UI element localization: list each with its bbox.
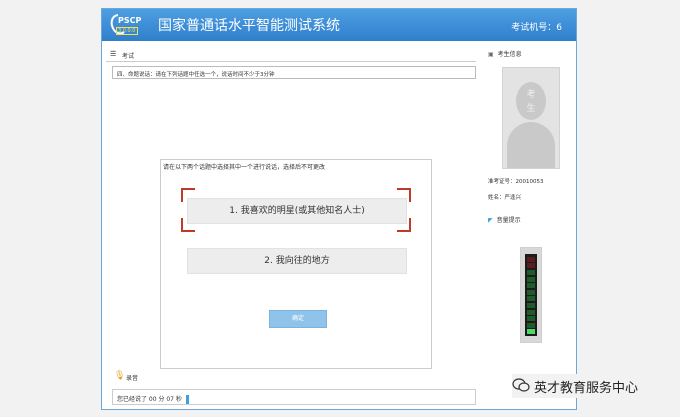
recording-label: 录音 [126,375,139,382]
candidate-sidebar: ▣ 考生信息 考生 准考证号：20010053 姓名：严逢兴 ◤ 音量提示 [484,47,576,407]
volume-header-label: 音量提示 [496,217,521,224]
volume-icon: ◤ [488,217,493,224]
main-window: PSCP 3.0.0.0 国家普通话水平智能测试系统 考试机号：6 ☰ 考试 四… [101,8,577,410]
instruction-bar: 四、命题说话：请在下列话题中任选一个，说话时间不少于3分钟 [112,66,476,79]
volume-meter [520,247,542,343]
version-label: 3.0.0.0 [116,27,138,35]
volume-segment [527,289,535,295]
title-bar: PSCP 3.0.0.0 国家普通话水平智能测试系统 考试机号：6 [102,9,576,41]
volume-segment [527,316,535,322]
photo-placeholder-text: 考生 [526,90,536,114]
volume-segment [527,270,535,275]
candidate-id: 准考证号：20010053 [488,179,544,185]
candidate-header: ▣ 考生信息 [488,49,522,58]
topic-option-2[interactable]: 2. 我向往的地方 [187,248,407,274]
wechat-icon [512,378,530,392]
timer-cursor [185,395,189,404]
volume-segment [527,322,535,328]
volume-meter-track [525,254,537,336]
candidate-header-label: 考生信息 [497,51,522,58]
timer-text: 您已经说了 00 分 07 秒 [117,396,182,403]
volume-segment [527,309,535,315]
volume-segment [527,329,535,335]
list-icon: ☰ [110,50,117,58]
volume-segment [527,283,535,289]
volume-header: ◤ 音量提示 [488,215,521,224]
watermark: 英才教育服务中心 [512,374,678,398]
volume-segment [527,263,535,269]
microphone-icon: 🎙 [114,371,126,381]
watermark-text: 英才教育服务中心 [534,381,639,396]
topic-panel-header: 请在以下两个话题中选择其中一个进行说话，选择后不可更改 [163,164,326,171]
logo-text: PSCP [118,16,142,25]
id-card-icon: ▣ [488,51,494,58]
candidate-photo: 考生 [502,67,560,169]
volume-segment [527,296,535,302]
section-label: 考试 [122,53,135,60]
topic-option-1[interactable]: 1. 我喜欢的明星(或其他知名人士) [187,198,407,224]
volume-segment [527,256,535,262]
recording-timer: 您已经说了 00 分 07 秒 [112,389,476,405]
volume-segment [527,276,535,282]
photo-body-shape [507,122,555,168]
exam-number: 考试机号：6 [511,23,562,33]
confirm-button[interactable]: 确定 [269,310,327,328]
app-title: 国家普通话水平智能测试系统 [158,18,340,34]
section-header: ☰ 考试 [106,47,476,62]
volume-segment [527,303,535,308]
topic-panel: 请在以下两个话题中选择其中一个进行说话，选择后不可更改 1. 我喜欢的明星(或其… [160,159,432,369]
test-area: ☰ 考试 四、命题说话：请在下列话题中任选一个，说话时间不少于3分钟 请在以下两… [106,47,478,407]
candidate-name: 姓名：严逢兴 [488,195,522,201]
